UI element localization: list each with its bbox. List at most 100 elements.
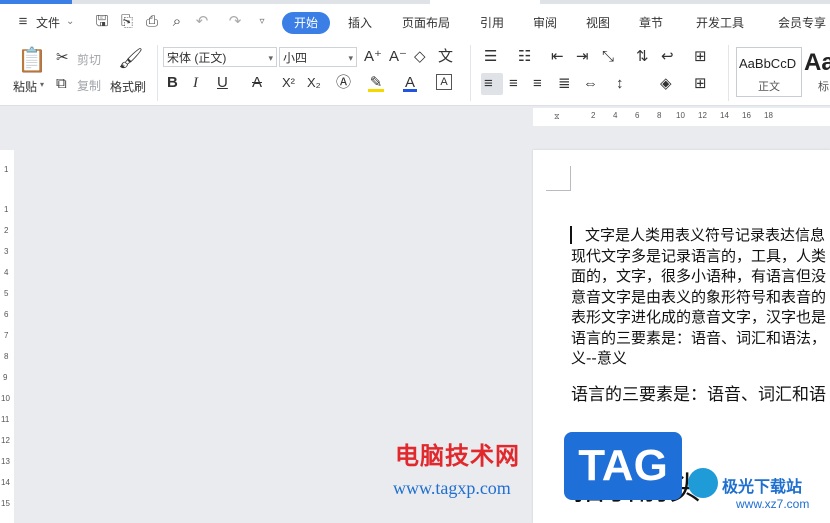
watermark-xz-logo-icon	[688, 468, 718, 498]
watermark-tag-logo: TAG	[564, 432, 682, 500]
increase-indent-icon[interactable]: ⇥	[576, 48, 589, 66]
ruler-number: 10	[676, 111, 685, 120]
font-name-select[interactable]: 宋体 (正文) ▾	[163, 47, 277, 67]
tab-references[interactable]: 引用	[480, 14, 504, 31]
tab-page-layout[interactable]: 页面布局	[402, 14, 450, 31]
font-size-select[interactable]: 小四 ▾	[279, 47, 357, 67]
tab-member[interactable]: 会员专享	[778, 14, 826, 31]
shrink-font-icon[interactable]: A⁻	[389, 48, 407, 66]
tab-view[interactable]: 视图	[586, 14, 610, 31]
align-right-icon[interactable]: ≡	[533, 75, 542, 93]
print-icon[interactable]: ⎙	[143, 13, 161, 31]
format-painter-icon[interactable]: 🖌	[118, 47, 143, 71]
undo-icon[interactable]: ↶	[193, 13, 211, 31]
tab-chapter[interactable]: 章节	[639, 14, 663, 31]
ruler-number: 10	[1, 394, 10, 403]
ruler-number: 12	[698, 111, 707, 120]
numbered-list-icon[interactable]: ☷	[518, 48, 531, 66]
bold-button[interactable]: B	[167, 74, 178, 92]
show-marks-icon[interactable]: ↩	[661, 48, 674, 66]
document-body[interactable]: 文字是人类用表义符号记录表达信息 现代文字多是记录语言的，工具，人类 面的，文字…	[571, 225, 830, 369]
phonetic-guide-icon[interactable]: 文	[438, 48, 453, 66]
ruler-number: 8	[657, 111, 662, 120]
ribbon-toolbar: 📋 粘贴 ▾ ✂ 剪切 ⧉ 复制 🖌 格式刷 宋体 (正文) ▾ 小四 ▾ A⁺ A…	[0, 41, 830, 106]
chinese-layout-icon[interactable]: ⤡	[602, 48, 614, 66]
superscript-button[interactable]: X²	[282, 74, 295, 92]
ruler-number: 16	[742, 111, 751, 120]
watermark-site-url: www.tagxp.com	[393, 478, 511, 498]
copy-icon[interactable]: ⧉	[56, 75, 67, 93]
clear-format-icon[interactable]: ◇	[414, 48, 426, 66]
text-effect-icon[interactable]: Ⓐ	[336, 74, 351, 92]
bullet-list-icon[interactable]: ☰	[484, 48, 497, 66]
ruler-indent-marker[interactable]: ⧖	[554, 112, 560, 122]
highlight-icon[interactable]: ✎	[368, 74, 384, 92]
ruler-number: 13	[1, 457, 10, 466]
ruler-number: 3	[4, 247, 9, 256]
vertical-ruler[interactable]: 1 1 2 3 4 5 6 7 8 9 10 11 12 13 14 15	[0, 150, 14, 523]
paste-icon[interactable]: 📋	[17, 47, 47, 75]
align-center-icon[interactable]: ≡	[509, 75, 518, 93]
document-line: 面的，文字，很多小语种，有语言但没	[571, 267, 827, 285]
shading-icon[interactable]: ◈	[660, 75, 672, 93]
margin-corner-mark	[546, 166, 571, 191]
divider	[728, 45, 729, 101]
justify-icon[interactable]: ≣	[558, 75, 571, 93]
subscript-button[interactable]: X₂	[307, 74, 321, 92]
grow-font-icon[interactable]: A⁺	[364, 48, 382, 66]
ruler-number: 6	[635, 111, 640, 120]
tab-review[interactable]: 审阅	[533, 14, 557, 31]
print-preview-icon[interactable]: ⌕	[168, 13, 186, 31]
paste-dropdown-icon[interactable]: ▾	[40, 80, 44, 89]
document-line: 义--意义	[571, 349, 627, 367]
document-line: 现代文字多是记录语言的，工具，人类	[571, 246, 827, 265]
ruler-number: 5	[4, 289, 9, 298]
style-normal[interactable]: AaBbCcD 正文	[736, 47, 802, 97]
divider	[157, 45, 158, 101]
sort-icon[interactable]: ⇅	[636, 48, 649, 66]
decrease-indent-icon[interactable]: ⇤	[551, 48, 564, 66]
document-line: 语言的三要素是：语音、词汇和语法，	[571, 328, 827, 347]
ruler-number: 7	[4, 331, 9, 340]
cut-button[interactable]: 剪切	[77, 51, 101, 68]
export-pdf-icon[interactable]: ⎘	[118, 13, 136, 31]
hamburger-icon[interactable]: ≡	[14, 13, 32, 31]
italic-button[interactable]: I	[193, 74, 198, 92]
style-heading-preview[interactable]: Aa	[804, 49, 830, 77]
save-icon[interactable]: 🖫	[93, 13, 111, 31]
borders-icon[interactable]: ⊞	[694, 75, 707, 93]
horizontal-ruler[interactable]: ⧖ 2 4 6 8 10 12 14 16 18	[533, 108, 830, 126]
copy-button[interactable]: 复制	[77, 77, 101, 94]
ruler-number: 9	[3, 373, 8, 382]
strikethrough-button[interactable]: A	[252, 74, 262, 92]
format-painter-button[interactable]: 格式刷	[110, 78, 146, 95]
ruler-number: 2	[591, 111, 596, 120]
chevron-down-icon: ▾	[268, 53, 273, 63]
align-left-icon[interactable]: ≡	[484, 75, 493, 93]
file-menu[interactable]: 文件	[36, 14, 60, 31]
ruler-number: 8	[4, 352, 9, 361]
document-heading[interactable]: 语言的三要素是：语音、词汇和语	[571, 380, 830, 405]
ruler-number: 1	[4, 165, 9, 174]
ruler-number: 15	[1, 499, 10, 508]
menu-bar: ≡ 文件 ⌄ 🖫 ⎘ ⎙ ⌕ ↶ ↷ ▿ 开始 插入 页面布局 引用 审阅 视图…	[0, 4, 830, 41]
redo-icon[interactable]: ↷	[226, 13, 244, 31]
paste-button[interactable]: 粘贴	[13, 78, 37, 95]
font-color-icon[interactable]: A	[403, 74, 417, 92]
character-border-icon[interactable]: A	[436, 74, 452, 90]
style-normal-label: 正文	[758, 81, 780, 93]
tab-home[interactable]: 开始	[282, 12, 330, 34]
quick-access-more-icon[interactable]: ▿	[253, 13, 271, 31]
chevron-down-icon[interactable]: ⌄	[66, 16, 74, 27]
table-of-tabs-icon[interactable]: ⊞	[694, 48, 707, 66]
tab-insert[interactable]: 插入	[348, 14, 372, 31]
distributed-icon[interactable]: ⇔	[583, 75, 598, 93]
underline-button[interactable]: U	[217, 74, 228, 92]
line-spacing-icon[interactable]: ↕	[616, 75, 624, 93]
ruler-number: 4	[613, 111, 618, 120]
ruler-number: 4	[4, 268, 9, 277]
watermark-xz-name: 极光下载站	[722, 479, 803, 496]
document-line: 表形文字进化成的意音文字，汉字也是	[571, 308, 827, 326]
tab-developer[interactable]: 开发工具	[696, 14, 744, 31]
cut-icon[interactable]: ✂	[56, 49, 69, 67]
